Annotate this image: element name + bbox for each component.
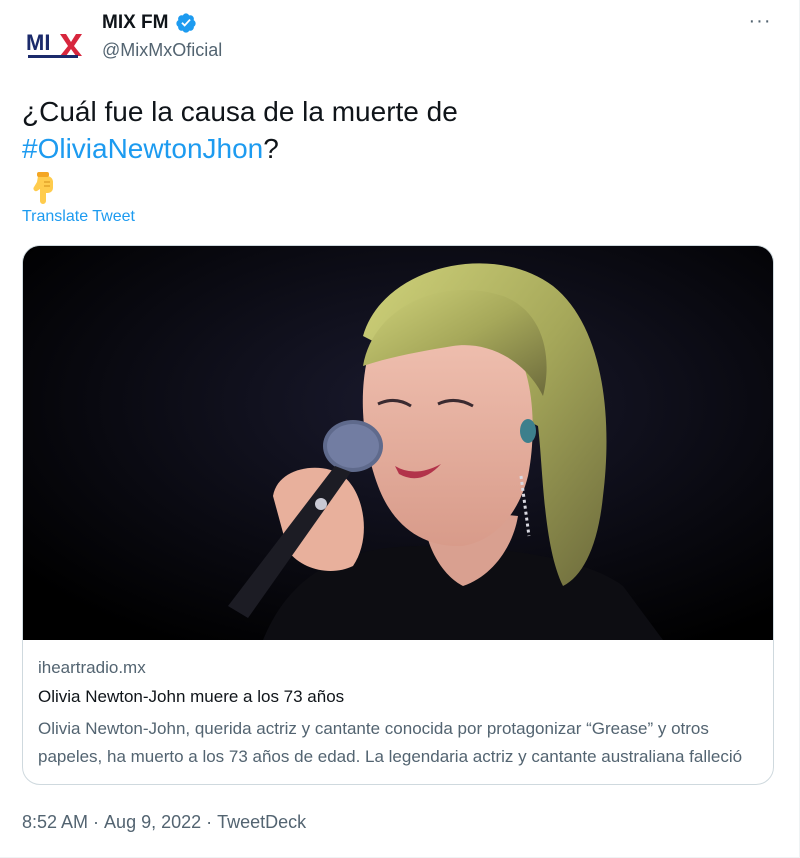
author-handle[interactable]: @MixMxOficial bbox=[102, 40, 222, 61]
card-description: Olivia Newton-John, querida actriz y can… bbox=[38, 719, 743, 766]
avatar[interactable]: MI bbox=[22, 12, 86, 76]
tweet-text: ¿Cuál fue la causa de la muerte de #Oliv… bbox=[22, 93, 762, 167]
card-image[interactable] bbox=[23, 246, 773, 640]
svg-text:MI: MI bbox=[26, 30, 50, 55]
card-domain: iheartradio.mx bbox=[38, 658, 146, 677]
link-card[interactable]: iheartradio.mx Olivia Newton-John muere … bbox=[22, 245, 774, 785]
tweet-metadata: 8:52 AM · Aug 9, 2022 · TweetDeck bbox=[22, 812, 307, 832]
translate-tweet-link[interactable]: Translate Tweet bbox=[22, 208, 135, 226]
author-name[interactable]: MIX FM bbox=[102, 12, 169, 34]
tweet[interactable]: MI MIX FM @MixMxOficial ··· ¿Cuál fue la… bbox=[0, 0, 800, 858]
singer-photo bbox=[23, 246, 773, 640]
tweet-source[interactable]: TweetDeck bbox=[217, 812, 306, 832]
card-title[interactable]: Olivia Newton-John muere a los 73 años bbox=[38, 687, 344, 707]
tweet-text-punctuation: ? bbox=[263, 133, 279, 164]
mix-fm-logo-icon: MI bbox=[26, 30, 82, 58]
more-options-button[interactable]: ··· bbox=[743, 8, 777, 42]
pointing-down-hand-icon bbox=[33, 172, 53, 204]
more-icon: ··· bbox=[748, 9, 772, 32]
hashtag-link[interactable]: #OliviaNewtonJhon bbox=[22, 133, 263, 164]
tweet-time[interactable]: 8:52 AM bbox=[22, 812, 88, 832]
tweet-date[interactable]: Aug 9, 2022 bbox=[104, 812, 201, 832]
verified-badge-icon bbox=[175, 13, 196, 33]
tweet-text-line: ¿Cuál fue la causa de la muerte de bbox=[22, 96, 458, 127]
